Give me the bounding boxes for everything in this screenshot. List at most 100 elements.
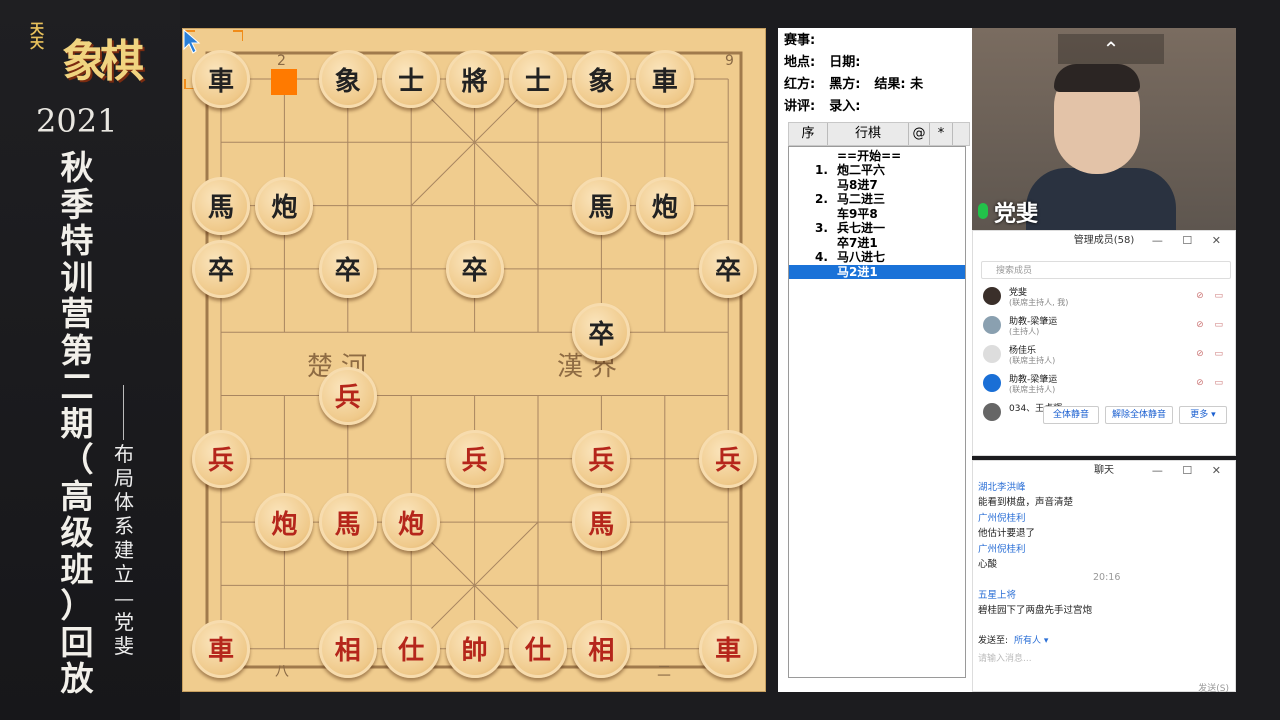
member-row[interactable]: 党斐 (联席主持人, 我) ⊘ ▭ [981,283,1231,309]
send-to: 发送至: 所有人 ▾ [978,633,1048,646]
piece-red[interactable]: 兵 [445,429,504,488]
piece-black[interactable]: 象 [318,50,377,108]
xiangqi-board[interactable]: 2 9 八 二 楚河 漢界 車象士將士象車馬炮馬炮卒卒卒卒卒兵兵兵兵兵炮馬炮馬車… [182,28,766,692]
piece-label: 卒 [207,256,234,287]
piece-red[interactable]: 仕 [382,619,441,678]
piece-black[interactable]: 炮 [635,176,694,235]
col-move[interactable]: 行棋 [828,123,909,145]
banner-title-char: 高 [60,476,94,516]
avatar [983,345,1001,363]
piece-label: 炮 [271,193,298,224]
move-row[interactable]: 卒7进1 [789,236,965,250]
piece-red[interactable]: 馬 [318,493,377,552]
banner-subtitle-char: 立 [114,562,134,586]
move-list[interactable]: ==开始== 1. 炮二平六 马8进7 2. 马二进三 车9平8 3. 兵七进一 卒7进1 4. 马… [788,146,966,678]
piece-black[interactable]: 卒 [445,239,504,298]
move-text: 马2进1 [837,264,878,279]
piece-black[interactable]: 車 [192,50,250,108]
piece-red[interactable]: 帥 [445,619,504,678]
move-row[interactable]: 马8进7 [789,178,965,192]
move-row[interactable]: 马2进1 [789,264,965,279]
member-row[interactable]: 助教-梁肇运 (主持人) ⊘ ▭ [981,312,1231,338]
mute-status-icon[interactable]: ⊘ ▭ [1196,320,1227,330]
piece-black[interactable]: 炮 [255,176,314,235]
piece-label: 卒 [334,256,361,287]
member-row[interactable]: 杨佳乐 (联席主持人) ⊘ ▭ [981,341,1231,367]
move-start[interactable]: ==开始== [789,149,965,163]
piece-red[interactable]: 仕 [509,619,567,678]
game-info: 赛事: 地点: 日期: 红方: 黑方: 结果: 未 讲评: 录入: [784,30,937,118]
piece-red[interactable]: 相 [318,619,377,678]
mute-status-icon[interactable]: ⊘ ▭ [1196,378,1227,388]
piece-black[interactable]: 馬 [572,176,631,235]
member-row[interactable]: 助教-梁肇运 (联席主持人) ⊘ ▭ [981,370,1231,396]
unmute-all-button[interactable]: 解除全体静音 [1105,406,1173,424]
move-row[interactable]: 3. 兵七进一 [789,221,965,235]
send-to-select[interactable]: 所有人 ▾ [1014,636,1048,646]
move-row[interactable]: 车9平8 [789,207,965,221]
piece-red[interactable]: 兵 [318,366,377,425]
banner-title-char: 第 [60,330,94,370]
location-label: 地点: [784,55,816,70]
left-banner: 天天 象棋 2021 秋季特训营第二期（高级班）回放 布局体系建立 — 党斐 [0,0,180,720]
chat-input[interactable]: 请输入消息... [978,651,1032,664]
piece-black[interactable]: 卒 [318,239,377,298]
mute-all-button[interactable]: 全体静音 [1043,406,1099,424]
send-button[interactable]: 发送(S) [1198,681,1229,694]
move-text: 卒7进1 [837,235,878,250]
piece-label: 卒 [461,256,488,287]
black-label: 黑方: [829,77,861,92]
chat-sender: 五星上将 [978,590,1017,601]
piece-black[interactable]: 士 [509,50,567,108]
banner-subtitle-char: 斐 [114,634,134,658]
move-text: 马8进7 [837,177,878,192]
mute-status-icon[interactable]: ⊘ ▭ [1196,291,1227,301]
piece-black[interactable]: 卒 [699,239,758,298]
move-number: 1. [815,163,828,177]
piece-red[interactable]: 車 [192,619,250,678]
chat-window-controls[interactable]: — ☐ ✕ [1152,461,1229,481]
member-search-input[interactable]: 搜索成员 [981,261,1231,279]
member-role: (联席主持人) [1009,356,1056,365]
piece-black[interactable]: 象 [572,50,631,108]
window-controls[interactable]: — ☐ ✕ [1152,231,1229,251]
mute-status-icon[interactable]: ⊘ ▭ [1196,349,1227,359]
move-row[interactable]: 2. 马二进三 [789,192,965,206]
piece-red[interactable]: 車 [699,619,758,678]
piece-black[interactable]: 將 [445,50,504,108]
chat-sender: 湖北李洪峰 [978,482,1026,493]
piece-red[interactable]: 兵 [699,429,758,488]
move-row[interactable]: 4. 马八进七 [789,250,965,264]
coord-bottom-2: 二 [657,664,671,680]
send-to-label: 发送至: [978,636,1009,646]
move-text: 炮二平六 [837,163,886,177]
move-list-header: 序 行棋 @ * [788,122,970,146]
banner-title-char: （ [60,440,94,479]
piece-label: 士 [524,66,551,97]
event-label: 赛事: [784,33,816,48]
piece-label: 卒 [715,256,742,287]
move-start-text: ==开始== [837,149,902,163]
piece-label: 兵 [334,383,361,413]
move-row[interactable]: 1. 炮二平六 [789,163,965,177]
col-index[interactable]: 序 [789,123,828,145]
piece-black[interactable]: 車 [635,50,694,108]
col-star[interactable]: * [930,123,953,145]
piece-black[interactable]: 卒 [192,239,250,298]
col-at[interactable]: @ [909,123,930,145]
piece-label: 帥 [461,636,488,667]
piece-label: 炮 [271,509,298,540]
banner-title-char: 班 [60,549,94,589]
piece-label: 士 [398,66,425,97]
piece-black[interactable]: 士 [382,50,441,108]
chevron-up-icon[interactable]: ⌃ [1058,34,1164,64]
piece-label: 炮 [651,193,678,224]
piece-red[interactable]: 炮 [382,493,441,552]
presenter-video: ⌃ 党斐 [972,28,1236,230]
piece-black[interactable]: 馬 [192,176,250,235]
piece-red[interactable]: 相 [572,619,631,678]
piece-red[interactable]: 兵 [192,429,250,488]
banner-title-char: 二 [60,367,94,406]
piece-red[interactable]: 兵 [572,429,631,488]
more-button[interactable]: 更多 ▾ [1179,406,1227,424]
